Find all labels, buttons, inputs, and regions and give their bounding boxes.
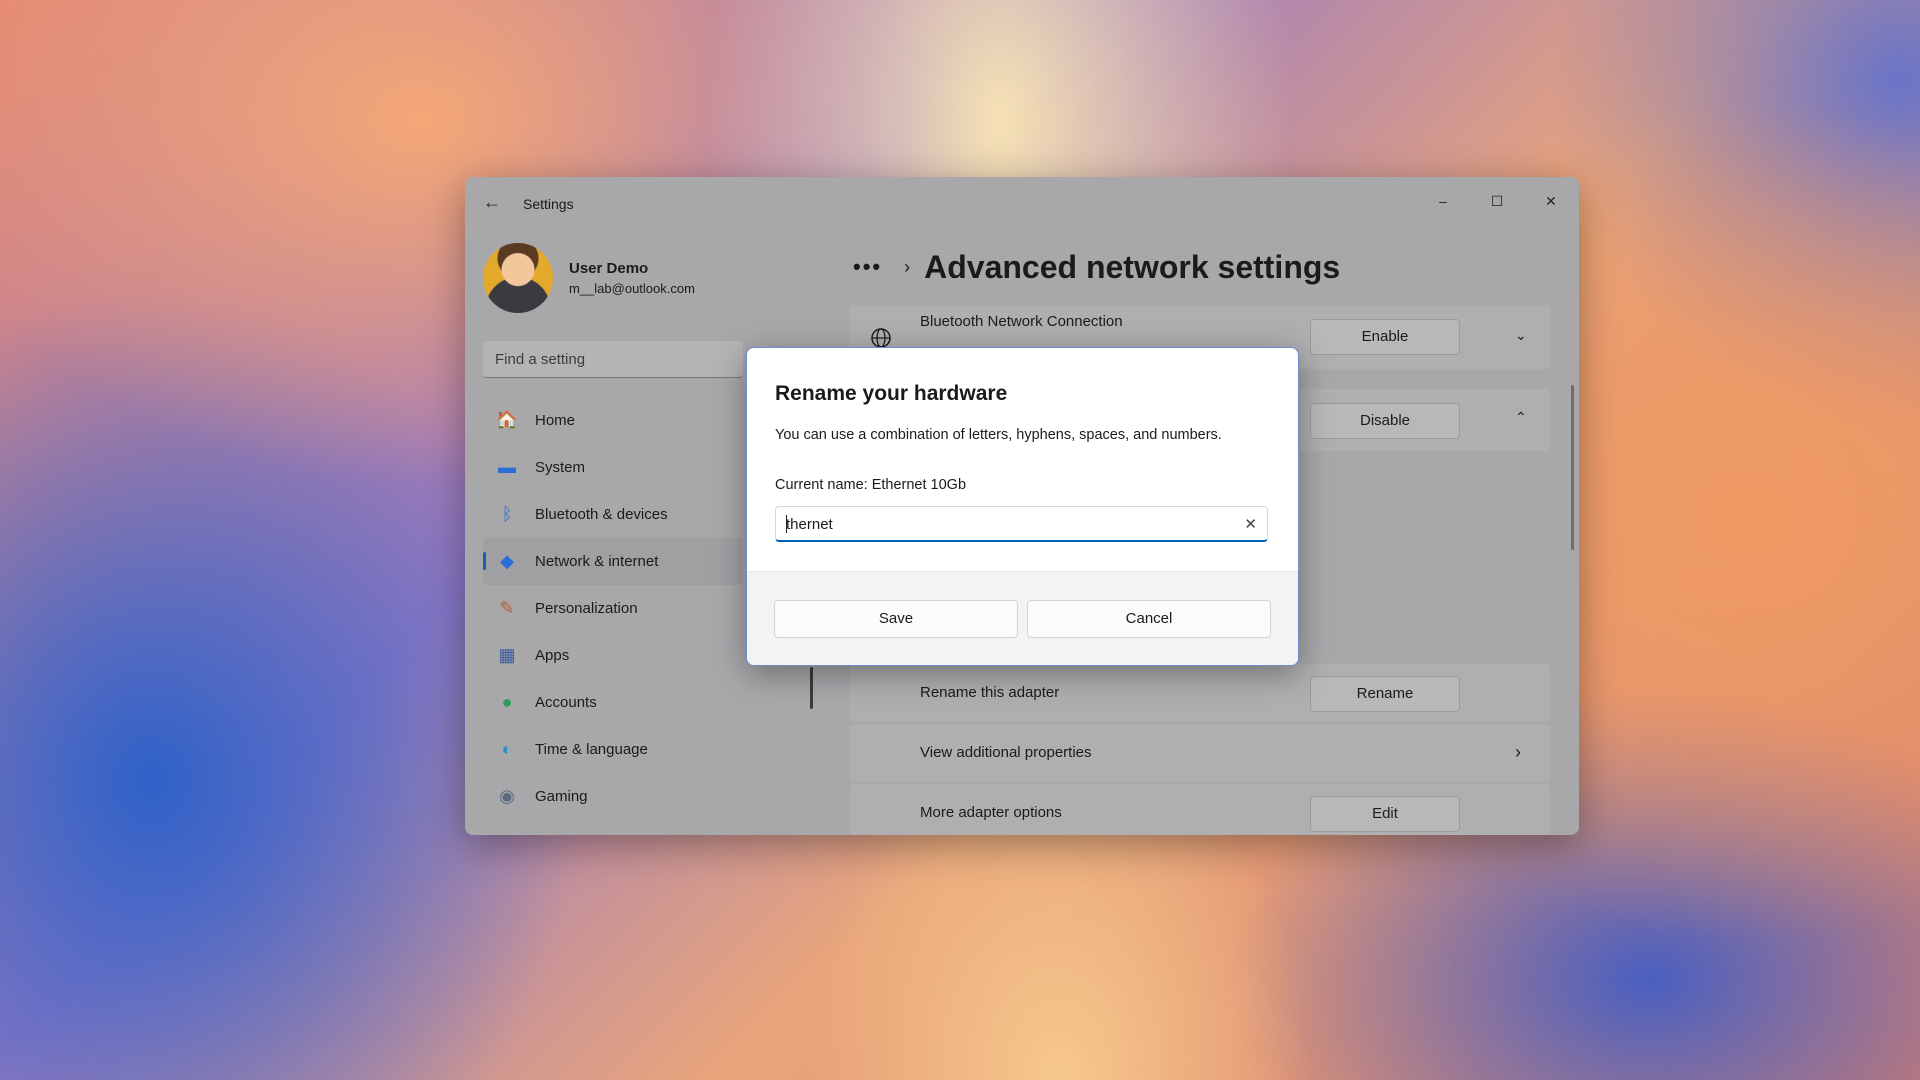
chevron-down-icon[interactable]: ⌄ <box>1515 327 1527 344</box>
rename-input[interactable]: thernet ✕ <box>775 506 1268 542</box>
dialog-footer: Save Cancel <box>747 571 1298 665</box>
chevron-right-icon: › <box>904 256 911 277</box>
sidebar-item-label: Bluetooth & devices <box>535 506 668 523</box>
enable-button[interactable]: Enable <box>1310 319 1460 355</box>
network-icon: ◆ <box>500 551 514 571</box>
window-title: Settings <box>523 196 574 212</box>
sidebar-scrollbar[interactable] <box>810 667 813 709</box>
edit-button[interactable]: Edit <box>1310 796 1460 832</box>
sidebar-item-label: Apps <box>535 647 570 664</box>
save-button[interactable]: Save <box>774 600 1018 638</box>
globe-icon <box>871 328 891 348</box>
sidebar-item-label: Personalization <box>535 600 638 617</box>
title-bar: ← Settings – ☐ ✕ <box>465 177 1579 225</box>
avatar <box>483 243 553 313</box>
accounts-icon: ● <box>501 692 513 712</box>
bluetooth-icon: ᛒ <box>501 504 513 524</box>
settings-row-more-options: More adapter options Edit <box>850 784 1550 835</box>
globe-clock-icon: ◐ <box>501 739 513 759</box>
rename-button[interactable]: Rename <box>1310 676 1460 712</box>
sidebar-item-accounts[interactable]: ● Accounts <box>483 679 743 726</box>
brush-icon: ✎ <box>499 598 515 618</box>
active-indicator <box>483 552 486 570</box>
current-name-label: Current name: Ethernet 10Gb <box>775 477 967 493</box>
cancel-button[interactable]: Cancel <box>1027 600 1271 638</box>
clear-icon[interactable]: ✕ <box>1244 515 1257 533</box>
sidebar-nav: 🏠 Home ▬ System ᛒ Bluetooth & devices ◆ Network… <box>483 397 743 820</box>
sidebar-item-personalization[interactable]: ✎ Personalization <box>483 585 743 632</box>
sidebar-item-label: Network & internet <box>535 553 659 570</box>
breadcrumb-more-button[interactable]: ••• <box>853 254 882 280</box>
minimize-button[interactable]: – <box>1423 187 1463 215</box>
sidebar-item-label: Time & language <box>535 741 648 758</box>
content-scrollbar[interactable] <box>1571 385 1574 550</box>
settings-row-rename: Rename this adapter Rename <box>850 664 1550 722</box>
rename-dialog: Rename your hardware You can use a combi… <box>746 347 1299 666</box>
sidebar-item-bluetooth-devices[interactable]: ᛒ Bluetooth & devices <box>483 491 743 538</box>
sidebar-item-home[interactable]: 🏠 Home <box>483 397 743 444</box>
rename-input-value: thernet <box>786 516 833 533</box>
sidebar-item-network-internet[interactable]: ◆ Network & internet <box>483 538 743 585</box>
dialog-description: You can use a combination of letters, hy… <box>775 427 1222 443</box>
sidebar-item-gaming[interactable]: ◉ Gaming <box>483 773 743 820</box>
gamepad-icon: ◉ <box>499 786 515 806</box>
sidebar-item-system[interactable]: ▬ System <box>483 444 743 491</box>
chevron-up-icon[interactable]: ⌃ <box>1515 409 1527 426</box>
dialog-title: Rename your hardware <box>775 382 1008 405</box>
rename-adapter-label: Rename this adapter <box>920 684 1060 701</box>
settings-row-properties[interactable]: View additional properties › <box>850 724 1550 782</box>
sidebar-item-apps[interactable]: ▦ Apps <box>483 632 743 679</box>
back-arrow-icon[interactable]: ← <box>483 193 501 211</box>
sidebar-item-label: System <box>535 459 586 476</box>
sidebar-item-label: Accounts <box>535 694 597 711</box>
home-icon: 🏠 <box>495 410 519 430</box>
maximize-button[interactable]: ☐ <box>1477 187 1517 215</box>
close-button[interactable]: ✕ <box>1531 187 1571 215</box>
view-properties-label: View additional properties <box>920 744 1092 761</box>
breadcrumb: ••• › Advanced network settings <box>853 247 1340 287</box>
sidebar-item-label: Home <box>535 412 576 429</box>
apps-icon: ▦ <box>498 645 516 665</box>
sidebar-item-time-language[interactable]: ◐ Time & language <box>483 726 743 773</box>
sidebar-item-label: Gaming <box>535 788 588 805</box>
user-name: User Demo <box>569 260 649 277</box>
search-input[interactable]: Find a setting <box>483 341 743 378</box>
system-icon: ▬ <box>498 457 516 477</box>
chevron-right-icon: › <box>1515 742 1521 762</box>
page-title: Advanced network settings <box>924 248 1341 285</box>
more-options-label: More adapter options <box>920 804 1062 821</box>
disable-button[interactable]: Disable <box>1310 403 1460 439</box>
adapter-name-bluetooth: Bluetooth Network Connection <box>920 313 1123 330</box>
search-placeholder: Find a setting <box>495 351 586 368</box>
user-email: m__lab@outlook.com <box>569 281 695 296</box>
